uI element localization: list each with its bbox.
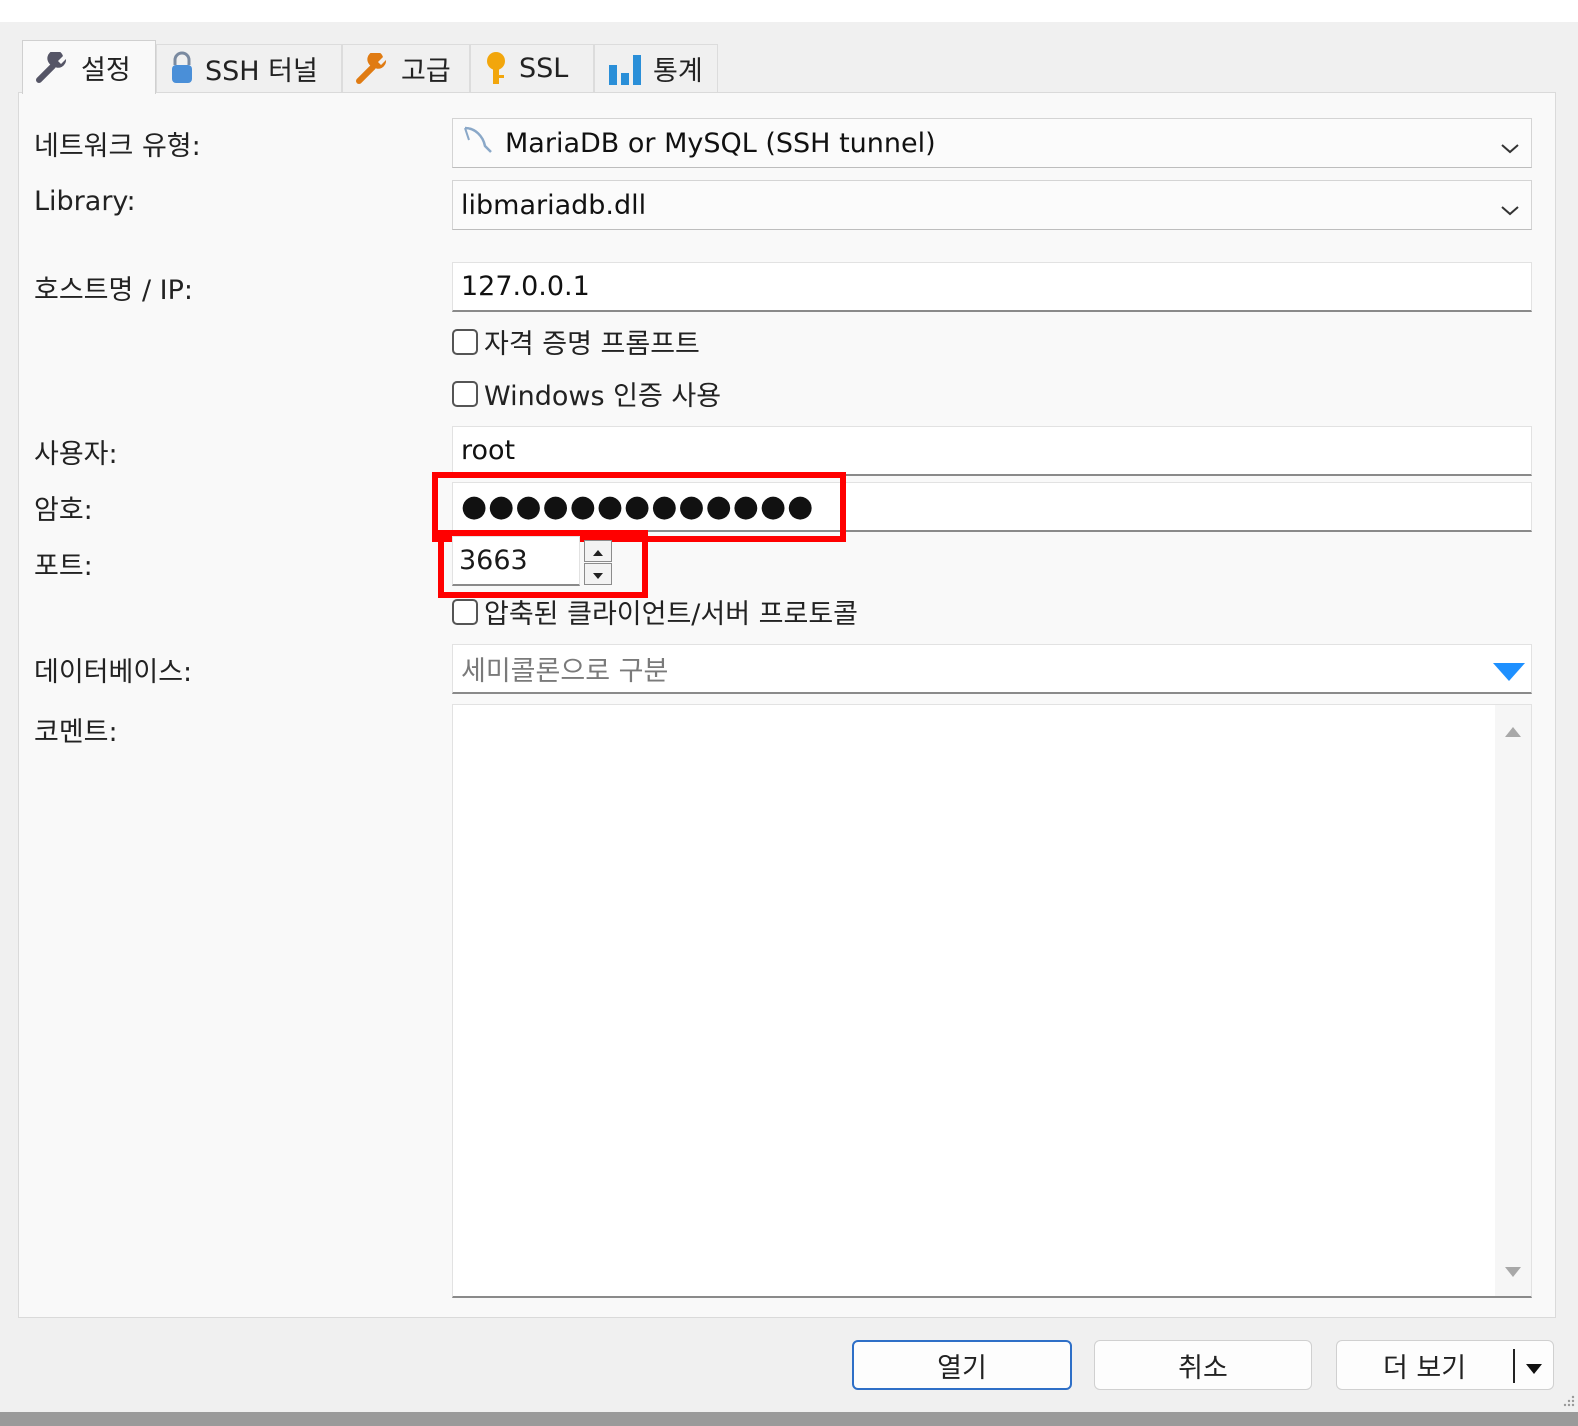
comment-textarea[interactable] — [452, 704, 1532, 1298]
chevron-down-icon — [1499, 133, 1521, 164]
library-select[interactable]: libmariadb.dll — [452, 180, 1532, 230]
cancel-button-label: 취소 — [1178, 1352, 1228, 1384]
more-button[interactable]: 더 보기 — [1336, 1340, 1554, 1390]
dolphin-icon — [461, 124, 495, 163]
compressed-protocol-checkbox[interactable] — [452, 598, 478, 625]
windows-auth-checkbox[interactable] — [452, 380, 478, 407]
tab-label: SSL — [519, 53, 569, 84]
cancel-button[interactable]: 취소 — [1094, 1340, 1312, 1390]
hostname-value: 127.0.0.1 — [461, 271, 590, 302]
more-dropdown-arrow[interactable] — [1513, 1349, 1553, 1383]
tab-statistics[interactable]: 통계 — [594, 44, 718, 92]
library-value: libmariadb.dll — [461, 189, 647, 221]
databases-input[interactable]: 세미콜론으로 구분 — [452, 644, 1532, 694]
scroll-down-icon[interactable] — [1504, 1263, 1522, 1282]
wrench-icon — [35, 51, 71, 84]
more-button-label: 더 보기 — [1383, 1352, 1467, 1384]
dropdown-arrow-icon[interactable] — [1491, 659, 1527, 690]
tab-settings[interactable]: 설정 — [22, 40, 156, 94]
compressed-protocol-label: 압축된 클라이언트/서버 프로토콜 — [484, 599, 859, 630]
hostname-label: 호스트명 / IP: — [34, 275, 193, 306]
open-button[interactable]: 열기 — [852, 1340, 1072, 1390]
compressed-protocol-checkbox-row[interactable]: 압축된 클라이언트/서버 프로토콜 — [452, 592, 858, 631]
comment-scrollbar[interactable] — [1495, 705, 1531, 1296]
caret-down-icon — [1525, 1351, 1543, 1382]
lock-icon — [169, 51, 195, 87]
password-label: 암호: — [34, 495, 93, 526]
tab-ssl[interactable]: SSL — [470, 44, 594, 92]
user-value: root — [461, 435, 516, 466]
resize-grip-icon[interactable] — [1560, 1394, 1576, 1410]
tab-label: 설정 — [81, 55, 131, 86]
hostname-input[interactable]: 127.0.0.1 — [452, 262, 1532, 312]
bar-chart-icon — [607, 53, 643, 85]
network-type-value: MariaDB or MySQL (SSH tunnel) — [505, 127, 936, 159]
tab-ssh-tunnel[interactable]: SSH 터널 — [156, 44, 342, 92]
port-highlight-box — [438, 530, 648, 598]
credential-prompt-checkbox[interactable] — [452, 328, 478, 355]
chevron-down-icon — [1499, 195, 1521, 226]
key-icon — [483, 51, 509, 87]
tab-label: 고급 — [401, 56, 451, 87]
port-label: 포트: — [34, 551, 93, 582]
tab-label: SSH 터널 — [205, 56, 318, 87]
comment-label: 코멘트: — [34, 717, 118, 748]
credential-prompt-label: 자격 증명 프롬프트 — [484, 329, 700, 360]
windows-auth-label: Windows 인증 사용 — [484, 381, 722, 412]
network-type-label: 네트워크 유형: — [34, 131, 201, 162]
scroll-up-icon[interactable] — [1504, 723, 1522, 742]
library-label: Library: — [34, 186, 136, 217]
network-type-select[interactable]: MariaDB or MySQL (SSH tunnel) — [452, 118, 1532, 168]
databases-placeholder: 세미콜론으로 구분 — [461, 656, 669, 687]
databases-label: 데이터베이스: — [34, 657, 193, 688]
wrench-icon — [355, 52, 391, 85]
user-input[interactable]: root — [452, 426, 1532, 476]
user-label: 사용자: — [34, 439, 118, 470]
tab-advanced[interactable]: 고급 — [342, 44, 470, 92]
window-bottom-edge — [0, 1412, 1578, 1426]
credential-prompt-checkbox-row[interactable]: 자격 증명 프롬프트 — [452, 322, 700, 361]
windows-auth-checkbox-row[interactable]: Windows 인증 사용 — [452, 374, 721, 413]
tab-label: 통계 — [653, 56, 703, 87]
open-button-label: 열기 — [937, 1352, 987, 1384]
